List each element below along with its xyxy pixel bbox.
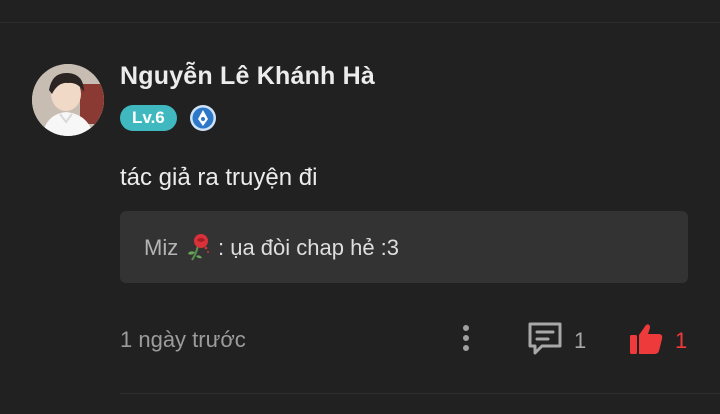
like-button[interactable]: 1 (628, 318, 698, 358)
comment-icon (528, 322, 562, 355)
reply-author[interactable]: Miz (144, 235, 178, 261)
timestamp: 1 ngày trước (120, 327, 246, 352)
top-divider (0, 22, 720, 23)
more-options-button[interactable] (452, 320, 480, 356)
thumbs-up-icon (630, 324, 663, 354)
rank-badge-icon (190, 105, 216, 131)
reply-button[interactable]: 1 (526, 318, 596, 358)
username[interactable]: Nguyễn Lê Khánh Hà (120, 62, 375, 91)
rose-icon (188, 234, 209, 261)
like-count: 1 (675, 328, 688, 353)
more-vertical-icon (463, 325, 469, 351)
avatar[interactable] (32, 64, 104, 136)
comment-text: tác giả ra truyện đi (120, 164, 318, 191)
bottom-divider (120, 393, 720, 394)
reply-preview[interactable]: Miz : ụa đòi chap hẻ :3 (120, 211, 688, 283)
level-badge: Lv.6 (120, 105, 177, 131)
reply-text: : ụa đòi chap hẻ :3 (218, 235, 400, 260)
reply-count: 1 (574, 328, 587, 353)
